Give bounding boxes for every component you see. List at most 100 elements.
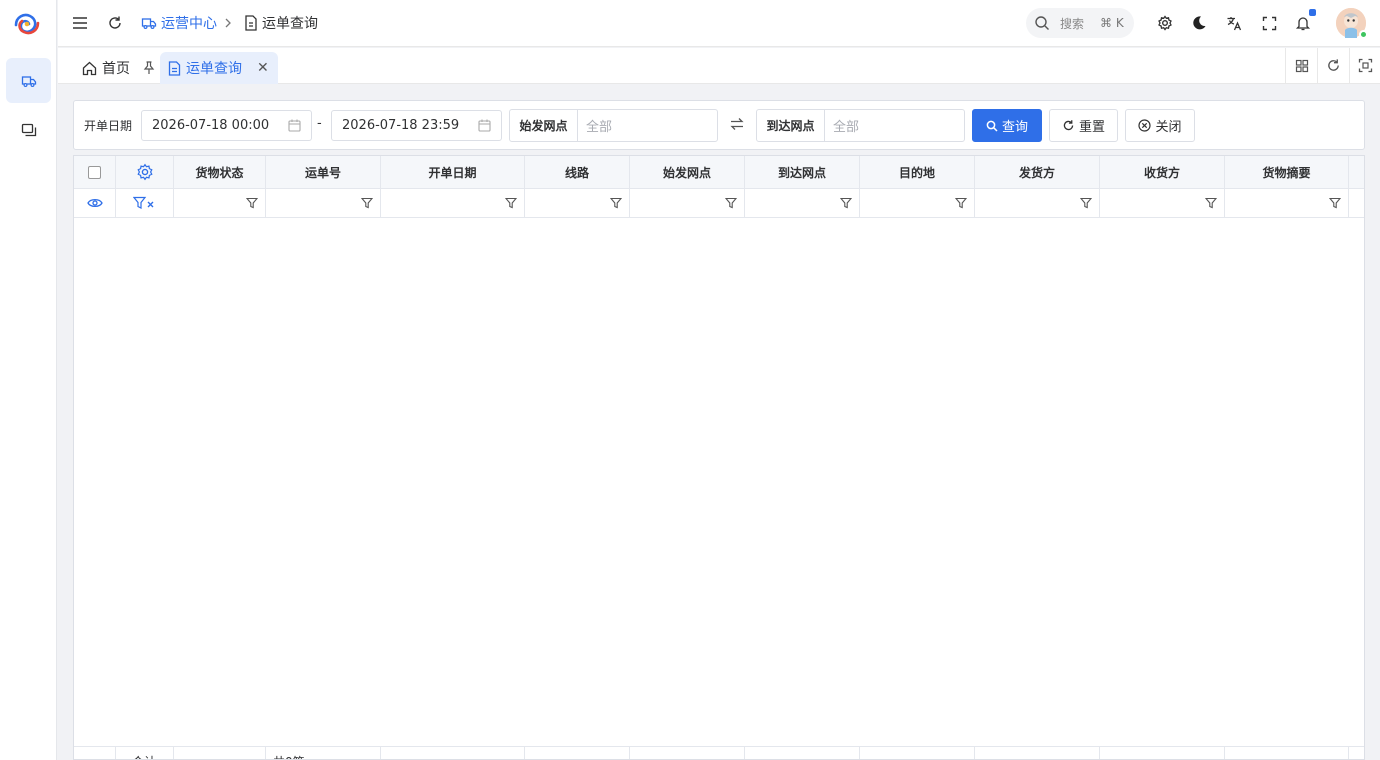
column-filter[interactable] bbox=[381, 189, 525, 217]
tab-close-icon[interactable]: ✕ bbox=[257, 60, 269, 76]
refresh-icon bbox=[1328, 59, 1339, 71]
select-all-checkbox[interactable] bbox=[88, 165, 101, 179]
filter-icon bbox=[505, 197, 517, 209]
dark-mode-toggle[interactable] bbox=[1189, 13, 1209, 33]
sidebar-item-operations[interactable] bbox=[6, 58, 51, 103]
layers-icon bbox=[21, 123, 36, 136]
column-header[interactable]: 发货方 bbox=[975, 156, 1100, 188]
footer-cell bbox=[975, 747, 1100, 759]
pin-icon[interactable] bbox=[143, 61, 155, 75]
sidebar bbox=[0, 0, 57, 760]
global-search[interactable]: 搜索 ⌘ K bbox=[1026, 8, 1134, 38]
filter-icon bbox=[361, 197, 373, 209]
close-circle-icon bbox=[1138, 119, 1152, 132]
tab-waybill-query[interactable]: 运单查询 ✕ bbox=[160, 52, 278, 84]
swap-stations-button[interactable] bbox=[730, 117, 744, 131]
footer-cell bbox=[1225, 747, 1349, 759]
column-header[interactable]: 运单号 bbox=[266, 156, 381, 188]
language-button[interactable] bbox=[1224, 13, 1244, 33]
search-shortcut: ⌘ K bbox=[1100, 16, 1124, 30]
destination-select[interactable]: 到达网点 全部 bbox=[756, 109, 965, 142]
truck-icon bbox=[141, 18, 157, 30]
column-header[interactable]: 货物状态 bbox=[174, 156, 266, 188]
menu-icon bbox=[73, 17, 87, 29]
select-all-cell bbox=[74, 156, 116, 188]
sidebar-item-records[interactable] bbox=[6, 107, 51, 152]
clear-filters-cell bbox=[116, 189, 174, 217]
tab-refresh-button[interactable] bbox=[1317, 48, 1349, 83]
column-filter[interactable] bbox=[630, 189, 745, 217]
tab-bar: 首页 运单查询 ✕ bbox=[58, 48, 1380, 84]
tab-active-label: 运单查询 bbox=[186, 61, 242, 77]
translate-icon bbox=[1227, 16, 1241, 30]
column-header[interactable]: 开单日期 bbox=[381, 156, 525, 188]
clear-filter-icon[interactable] bbox=[132, 196, 157, 210]
column-filter[interactable] bbox=[860, 189, 975, 217]
date-range-separator: - bbox=[317, 116, 322, 131]
column-filter[interactable] bbox=[174, 189, 266, 217]
gear-icon bbox=[1158, 15, 1172, 31]
filter-icon bbox=[1205, 197, 1217, 209]
view-cell bbox=[74, 189, 116, 217]
search-placeholder: 搜索 bbox=[1060, 16, 1085, 31]
column-header[interactable]: 收货方 bbox=[1100, 156, 1225, 188]
document-icon bbox=[168, 60, 181, 76]
reset-button[interactable]: 重置 bbox=[1049, 109, 1118, 142]
chevron-right-icon bbox=[222, 15, 234, 31]
footer-cell bbox=[1100, 747, 1225, 759]
column-header[interactable]: 始发网点 bbox=[630, 156, 745, 188]
date-start-value: 2026-07-18 00:00 bbox=[152, 118, 270, 133]
search-icon bbox=[986, 120, 998, 132]
fullscreen-button[interactable] bbox=[1259, 13, 1279, 33]
maximize-icon bbox=[1358, 58, 1373, 73]
column-header[interactable]: 线路 bbox=[525, 156, 630, 188]
calendar-icon bbox=[288, 119, 301, 132]
footer-cell bbox=[525, 747, 630, 759]
breadcrumb-current: 运单查询 bbox=[244, 14, 318, 32]
calendar-icon bbox=[478, 119, 491, 132]
notifications-button[interactable] bbox=[1293, 13, 1313, 33]
column-filter[interactable] bbox=[266, 189, 381, 217]
column-filter[interactable] bbox=[745, 189, 860, 217]
column-header[interactable]: 目的地 bbox=[860, 156, 975, 188]
destination-label: 到达网点 bbox=[757, 110, 825, 141]
column-header[interactable]: 到达网点 bbox=[745, 156, 860, 188]
column-header[interactable]: 货物摘要 bbox=[1225, 156, 1349, 188]
menu-toggle-button[interactable] bbox=[70, 13, 90, 33]
column-settings-cell bbox=[116, 156, 174, 188]
refresh-button[interactable] bbox=[105, 13, 125, 33]
destination-value: 全部 bbox=[833, 120, 860, 135]
notification-badge bbox=[1309, 9, 1316, 16]
footer-cell bbox=[860, 747, 975, 759]
table-footer-row: 合计 共0笔 bbox=[74, 746, 1364, 759]
close-button[interactable]: 关闭 bbox=[1125, 109, 1195, 142]
search-button-label: 查询 bbox=[1001, 120, 1028, 135]
breadcrumb-parent[interactable]: 运营中心 bbox=[141, 14, 217, 32]
date-end-input[interactable]: 2026-07-18 23:59 bbox=[331, 110, 502, 141]
tab-grid-button[interactable] bbox=[1285, 48, 1317, 83]
tab-home[interactable]: 首页 bbox=[74, 52, 163, 84]
column-filter[interactable] bbox=[1225, 189, 1349, 217]
filter-panel: 开单日期 2026-07-18 00:00 - 2026-07-18 23:59… bbox=[73, 100, 1365, 150]
table-filter-row bbox=[74, 189, 1364, 218]
settings-button[interactable] bbox=[1155, 13, 1175, 33]
app-logo[interactable] bbox=[10, 9, 44, 39]
swap-icon bbox=[730, 118, 744, 130]
column-filter[interactable] bbox=[525, 189, 630, 217]
reset-button-label: 重置 bbox=[1078, 120, 1105, 135]
waybill-table: 货物状态 运单号 开单日期 线路 始发网点 到达网点 目的地 发货方 收货方 货… bbox=[73, 155, 1365, 760]
column-filter[interactable] bbox=[975, 189, 1100, 217]
tab-maximize-button[interactable] bbox=[1349, 48, 1380, 83]
footer-cell bbox=[630, 747, 745, 759]
footer-cell bbox=[381, 747, 525, 759]
gear-icon[interactable] bbox=[136, 163, 154, 181]
search-button[interactable]: 查询 bbox=[972, 109, 1042, 142]
origin-select[interactable]: 始发网点 全部 bbox=[509, 109, 718, 142]
tab-home-label: 首页 bbox=[102, 61, 130, 77]
date-start-input[interactable]: 2026-07-18 00:00 bbox=[141, 110, 312, 141]
eye-icon[interactable] bbox=[86, 197, 103, 209]
refresh-icon bbox=[109, 16, 121, 29]
footer-cell bbox=[174, 747, 266, 759]
column-filter[interactable] bbox=[1100, 189, 1225, 217]
user-avatar[interactable] bbox=[1336, 8, 1368, 39]
